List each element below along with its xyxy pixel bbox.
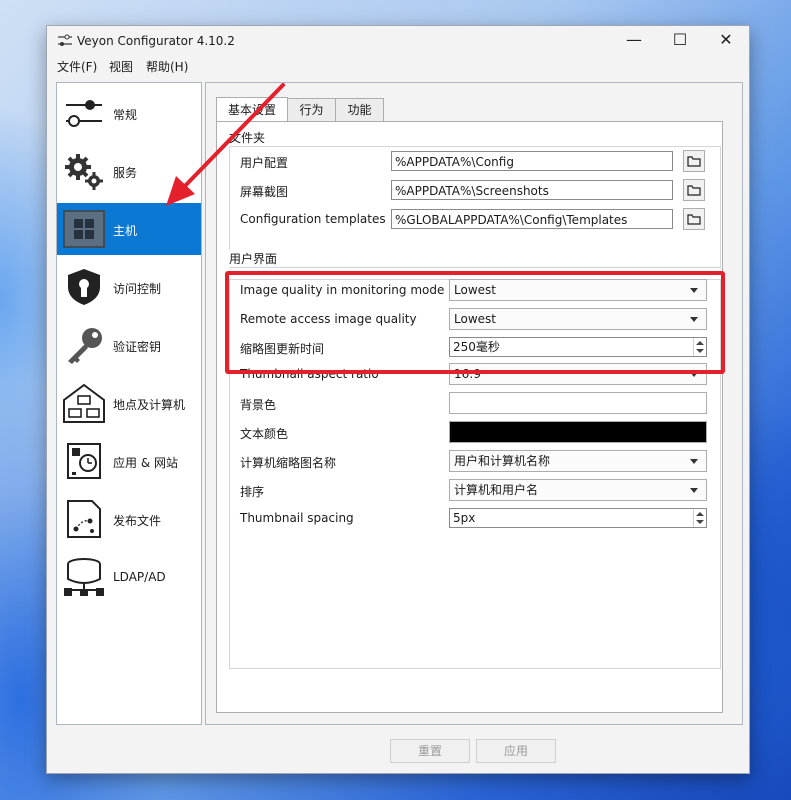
- tab-behavior[interactable]: 行为: [287, 98, 336, 121]
- sidebar-item-ldap[interactable]: LDAP/AD: [57, 551, 201, 603]
- screenshots-label: 屏幕截图: [240, 185, 289, 199]
- menu-view[interactable]: 视图: [109, 58, 133, 75]
- maximize-button[interactable]: ☐: [657, 26, 703, 56]
- menu-help[interactable]: 帮助(H): [146, 58, 188, 75]
- config-templates-browse-button[interactable]: [683, 208, 705, 230]
- grid-monitor-icon: [63, 210, 105, 248]
- sidebar-item-label: LDAP/AD: [113, 570, 166, 584]
- sidebar-item-locations[interactable]: 地点及计算机: [57, 377, 201, 429]
- configurator-window: Veyon Configurator 4.10.2 — ☐ ✕ 文件(F) 视图…: [46, 25, 750, 774]
- close-button[interactable]: ✕: [703, 26, 749, 56]
- apply-button[interactable]: 应用: [476, 739, 556, 763]
- app-icon: [58, 34, 72, 46]
- file-transfer-icon: [67, 500, 101, 538]
- spin-down-icon: [696, 520, 704, 524]
- thumbnail-caption-combo[interactable]: 用户和计算机名称: [449, 450, 707, 472]
- database-network-icon: [64, 558, 104, 596]
- sidebar-item-label: 发布文件: [113, 514, 162, 528]
- sidebar-item-auth-keys[interactable]: 验证密钥: [57, 319, 201, 371]
- annotation-highlight-box: [225, 271, 725, 374]
- spin-arrows[interactable]: [693, 509, 706, 527]
- text-color-button[interactable]: [449, 421, 707, 443]
- spin-up-icon: [696, 512, 704, 516]
- chevron-down-icon: [690, 459, 698, 464]
- house-computers-icon: [63, 383, 105, 423]
- menu-file[interactable]: 文件(F): [57, 58, 97, 75]
- tab-basic-settings[interactable]: 基本设置: [216, 97, 288, 122]
- folder-icon: [687, 214, 701, 225]
- key-icon: [68, 328, 102, 364]
- thumbnail-spacing-value: 5px: [453, 511, 476, 525]
- sidebar-item-general[interactable]: 常规: [57, 87, 201, 139]
- config-templates-input[interactable]: %GLOBALAPPDATA%\Config\Templates: [391, 209, 673, 229]
- user-config-browse-button[interactable]: [683, 150, 705, 172]
- thumbnail-caption-value: 用户和计算机名称: [454, 454, 551, 468]
- sidebar-item-distribute-files[interactable]: 发布文件: [57, 493, 201, 545]
- sort-order-combo[interactable]: 计算机和用户名: [449, 479, 707, 501]
- config-templates-label: Configuration templates: [240, 212, 386, 226]
- screenshots-browse-button[interactable]: [683, 179, 705, 201]
- background-color-button[interactable]: [449, 392, 707, 414]
- sort-order-label: 排序: [240, 485, 265, 499]
- sidebar-item-label: 服务: [113, 166, 138, 180]
- sliders-icon: [66, 100, 102, 127]
- app-clock-icon: [67, 443, 101, 479]
- main-panel: 基本设置 行为 功能 文件夹 用户配置 %APPDATA%\Config 屏幕截…: [205, 82, 743, 725]
- user-interface-group-title: 用户界面: [229, 250, 280, 267]
- user-config-label: 用户配置: [240, 156, 289, 170]
- sidebar-item-label: 常规: [113, 108, 138, 122]
- window-title: Veyon Configurator 4.10.2: [77, 34, 235, 48]
- shield-lock-icon: [68, 269, 100, 305]
- text-color-label: 文本颜色: [240, 427, 289, 441]
- menu-bar: 文件(F) 视图 帮助(H): [47, 56, 749, 76]
- thumbnail-caption-label: 计算机缩略图名称: [240, 456, 337, 470]
- chevron-down-icon: [690, 488, 698, 493]
- tab-pane-basic: 文件夹 用户配置 %APPDATA%\Config 屏幕截图 %APPDATA%…: [216, 121, 723, 713]
- folder-icon: [687, 156, 701, 167]
- sidebar-item-label: 验证密钥: [113, 340, 162, 354]
- thumbnail-spacing-spinbox[interactable]: 5px: [449, 508, 707, 528]
- sidebar-item-label: 主机: [113, 224, 138, 238]
- minimize-button[interactable]: —: [611, 26, 657, 56]
- screenshots-input[interactable]: %APPDATA%\Screenshots: [391, 180, 673, 200]
- sidebar-item-access-control[interactable]: 访问控制: [57, 261, 201, 313]
- folder-icon: [687, 185, 701, 196]
- user-config-input[interactable]: %APPDATA%\Config: [391, 151, 673, 171]
- sidebar-item-label: 地点及计算机: [113, 398, 186, 412]
- tab-features[interactable]: 功能: [335, 98, 384, 121]
- background-color-label: 背景色: [240, 398, 277, 412]
- sidebar-item-label: 访问控制: [113, 282, 162, 296]
- sidebar-item-label: 应用 & 网站: [113, 456, 178, 470]
- title-bar[interactable]: Veyon Configurator 4.10.2 — ☐ ✕: [47, 26, 749, 56]
- sidebar-item-host[interactable]: 主机: [57, 203, 201, 255]
- sidebar-item-apps-websites[interactable]: 应用 & 网站: [57, 435, 201, 487]
- reset-button[interactable]: 重置: [390, 739, 470, 763]
- gears-icon: [65, 154, 103, 190]
- sidebar-item-service[interactable]: 服务: [57, 145, 201, 197]
- sidebar: 常规 服务 主机 访问控制 验证密钥 地点及计算机 应用 & 网站 发布文件 L…: [56, 82, 202, 725]
- thumbnail-spacing-label: Thumbnail spacing: [240, 511, 354, 525]
- sort-order-value: 计算机和用户名: [454, 483, 539, 497]
- folders-group-title: 文件夹: [229, 129, 268, 146]
